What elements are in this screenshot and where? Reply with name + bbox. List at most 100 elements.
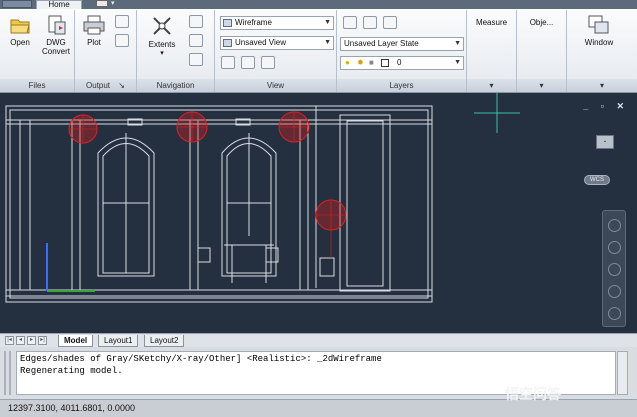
tab-layout1[interactable]: Layout1 <box>98 335 139 347</box>
viewcube[interactable]: ▪ <box>596 135 614 149</box>
extents-label: Extents <box>148 40 176 49</box>
3d-view-icon[interactable] <box>241 56 255 69</box>
tab-prev-icon[interactable]: ◂ <box>16 336 25 345</box>
named-views-icon[interactable] <box>261 56 275 69</box>
layer-state-value: Unsaved Layer State <box>344 39 419 48</box>
layer-match-icon[interactable] <box>383 16 397 29</box>
wall-outline <box>5 105 433 303</box>
plot-button[interactable]: Plot <box>79 14 109 47</box>
layer-previous-icon[interactable] <box>363 16 377 29</box>
panel-title-navigation: Navigation <box>137 79 214 92</box>
watermark: 悟空问答 <box>505 386 561 402</box>
window-dropdown-icon[interactable]: ▾ <box>567 79 637 92</box>
window-label: Window <box>584 38 614 47</box>
layer-properties-icon[interactable] <box>343 16 357 29</box>
panel-view: Wireframe ▼ Unsaved View ▼ View <box>215 10 337 92</box>
sun-icon: ✹ <box>357 58 364 67</box>
column-3 <box>189 119 199 291</box>
lightbulb-icon: ● <box>345 58 350 67</box>
dwg-convert-button[interactable]: DWG Convert <box>38 14 74 56</box>
application-menu-button[interactable] <box>2 0 32 8</box>
open-label: Open <box>10 38 30 47</box>
current-layer-value: 0 <box>397 58 402 67</box>
tab-layout2[interactable]: Layout2 <box>144 335 185 347</box>
layer-state-dropdown[interactable]: Unsaved Layer State ▼ <box>340 37 464 51</box>
batch-plot-icon[interactable] <box>115 15 129 28</box>
panel-title-view: View <box>215 79 336 92</box>
viewport-controls[interactable]: _ ▫ ✕ <box>583 101 629 112</box>
panel-title-output: Output ↘ <box>75 79 136 92</box>
steering-wheel-nav-icon[interactable] <box>608 219 621 232</box>
panel-navigation: Extents ▾ Navigation <box>137 10 215 92</box>
quick-access-dropdown-icon[interactable]: ▾ <box>111 0 115 7</box>
dwg-convert-label-2: Convert <box>41 47 70 56</box>
objects-label: Obje... <box>529 18 554 27</box>
door-panel <box>346 120 384 287</box>
column-2 <box>71 119 81 291</box>
tab-next-icon[interactable]: ▸ <box>27 336 36 345</box>
chevron-down-icon: ▼ <box>454 59 461 66</box>
objects-dropdown-icon[interactable]: ▾ <box>517 79 566 92</box>
output-launcher-icon[interactable]: ↘ <box>118 81 125 90</box>
steering-wheel-icon[interactable] <box>189 53 203 66</box>
wcs-menu[interactable]: WCS <box>584 175 610 185</box>
extents-dropdown-icon[interactable]: ▾ <box>141 49 183 58</box>
named-view-dropdown[interactable]: Unsaved View ▼ <box>220 36 334 50</box>
command-scrollbar[interactable] <box>617 351 628 395</box>
panel-output: Plot Output ↘ <box>75 10 137 92</box>
printer-icon <box>83 15 105 35</box>
showmotion-nav-icon[interactable] <box>608 307 621 320</box>
chair-left <box>197 247 211 263</box>
chevron-down-icon: ▼ <box>324 19 331 26</box>
lock-icon: ■ <box>369 58 374 67</box>
tab-model[interactable]: Model <box>58 335 94 347</box>
autocad-window: Home ▾ Open DWG Convert Files Plot Outpu… <box>0 0 637 417</box>
visual-style-value: Wireframe <box>235 18 272 27</box>
wireframe-drawing <box>5 93 520 303</box>
command-grip[interactable] <box>4 351 11 395</box>
color-swatch-icon <box>381 59 389 67</box>
layout-tab-bar: |◂ ◂ ▸ ▸| Model Layout1 Layout2 <box>0 333 637 347</box>
panel-title-files: Files <box>0 79 74 92</box>
measure-label: Measure <box>475 18 508 27</box>
chevron-down-icon: ▼ <box>324 39 331 46</box>
quick-access-save-icon[interactable] <box>96 0 108 7</box>
orbit-icon[interactable] <box>189 34 203 47</box>
orbit-nav-icon[interactable] <box>608 285 621 298</box>
panel-title-layers: Layers <box>337 79 466 92</box>
measure-dropdown-icon[interactable]: ▾ <box>467 79 516 92</box>
chevron-down-icon: ▼ <box>454 40 461 47</box>
preview-icon[interactable] <box>115 34 129 47</box>
layer-dropdown[interactable]: ● ✹ ■ 0 ▼ <box>340 56 464 70</box>
dwg-convert-icon <box>48 15 66 35</box>
pan-nav-icon[interactable] <box>608 241 621 254</box>
window-button[interactable]: Window <box>579 14 619 47</box>
coordinate-readout: 12397.3100, 4011.6801, 0.0000 <box>8 403 135 413</box>
panel-layers: Unsaved Layer State ▼ ● ✹ ■ 0 ▼ Layers <box>337 10 467 92</box>
tab-last-icon[interactable]: ▸| <box>38 336 47 345</box>
drawing-area[interactable]: _ ▫ ✕ ▪ WCS <box>0 93 637 333</box>
zoom-nav-icon[interactable] <box>608 263 621 276</box>
panel-measure[interactable]: Measure ▾ <box>467 10 517 92</box>
pan-hand-icon[interactable] <box>189 15 203 28</box>
viewport-config-icon[interactable] <box>221 56 235 69</box>
panel-objects[interactable]: Obje... ▾ <box>517 10 567 92</box>
output-title: Output <box>86 81 111 90</box>
extents-button[interactable]: Extents ▾ <box>141 14 183 58</box>
open-button[interactable]: Open <box>6 14 34 47</box>
side-chair <box>319 257 335 277</box>
column-4 <box>299 119 309 291</box>
panel-files: Open DWG Convert Files <box>0 10 75 92</box>
named-view-icon <box>223 39 232 47</box>
window-switch-icon <box>588 15 609 34</box>
dwg-convert-label-1: DWG <box>46 38 66 47</box>
command-line-1: Edges/shades of Gray/SKetchy/X-ray/Other… <box>20 354 382 364</box>
ribbon: Open DWG Convert Files Plot Output ↘ Ext… <box>0 9 637 93</box>
navigation-bar <box>602 210 626 327</box>
visual-style-icon <box>223 19 232 27</box>
visual-style-dropdown[interactable]: Wireframe ▼ <box>220 16 334 30</box>
plot-label: Plot <box>87 38 101 47</box>
tab-home[interactable]: Home <box>36 0 82 9</box>
title-bar: Home ▾ <box>0 0 637 9</box>
tab-first-icon[interactable]: |◂ <box>5 336 14 345</box>
